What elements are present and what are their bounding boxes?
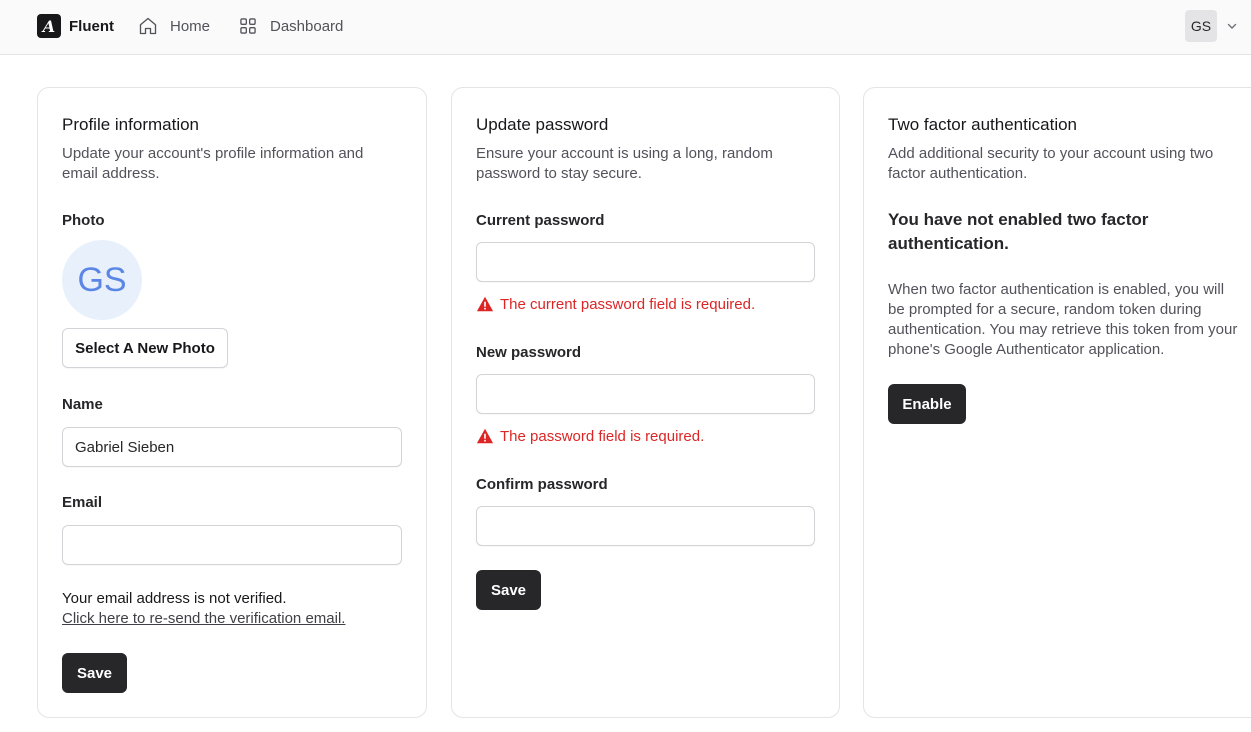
two-factor-card: Two factor authentication Add additional… bbox=[863, 87, 1251, 718]
password-card-description: Ensure your account is using a long, ran… bbox=[476, 145, 773, 182]
confirm-password-label: Confirm password bbox=[476, 476, 608, 493]
brand[interactable]: A Fluent bbox=[37, 14, 114, 38]
new-password-input[interactable] bbox=[476, 374, 815, 414]
user-menu-avatar[interactable]: GS bbox=[1185, 10, 1217, 42]
resend-verification-link[interactable]: Click here to re-send the verification e… bbox=[62, 610, 345, 627]
nav-dashboard-label: Dashboard bbox=[270, 17, 344, 35]
two-factor-info-text: When two factor authentication is enable… bbox=[888, 281, 1238, 358]
nav-home-link[interactable]: Home bbox=[138, 16, 210, 36]
confirm-password-input[interactable] bbox=[476, 506, 815, 546]
two-factor-status-heading: You have not enabled two factor authenti… bbox=[888, 210, 1149, 253]
nav-dashboard-link[interactable]: Dashboard bbox=[238, 16, 343, 36]
current-password-label: Current password bbox=[476, 212, 605, 229]
current-password-error: The current password field is required. bbox=[476, 295, 755, 313]
email-label: Email bbox=[62, 494, 103, 511]
select-new-photo-button[interactable]: Select A New Photo bbox=[62, 328, 228, 368]
top-navbar: A Fluent Home Dashboard GS bbox=[0, 0, 1251, 55]
update-password-card: Update password Ensure your account is u… bbox=[451, 87, 840, 718]
two-factor-card-description: Add additional security to your account … bbox=[888, 145, 1214, 182]
enable-two-factor-button[interactable]: Enable bbox=[888, 384, 966, 424]
password-save-button[interactable]: Save bbox=[476, 570, 541, 610]
nav-home-label: Home bbox=[170, 17, 211, 35]
name-label: Name bbox=[62, 396, 103, 413]
photo-label: Photo bbox=[62, 212, 105, 229]
profile-photo-avatar: GS bbox=[62, 240, 142, 320]
name-input[interactable]: Gabriel Sieben bbox=[62, 427, 402, 467]
home-icon bbox=[139, 17, 157, 35]
two-factor-card-title: Two factor authentication bbox=[888, 115, 1078, 134]
warning-icon bbox=[476, 428, 494, 444]
new-password-error: The password field is required. bbox=[476, 427, 704, 445]
profile-card-title: Profile information bbox=[62, 115, 200, 134]
profile-card-description: Update your account's profile informatio… bbox=[62, 145, 364, 182]
grid-icon bbox=[240, 18, 256, 34]
chevron-down-icon[interactable] bbox=[1226, 20, 1238, 32]
current-password-error-text: The current password field is required. bbox=[500, 295, 756, 313]
email-input[interactable] bbox=[62, 525, 402, 565]
password-card-title: Update password bbox=[476, 115, 609, 134]
profile-save-button[interactable]: Save bbox=[62, 653, 127, 693]
brand-name: Fluent bbox=[69, 17, 114, 35]
profile-information-card: Profile information Update your account'… bbox=[37, 87, 427, 718]
email-unverified-text: Your email address is not verified. bbox=[62, 590, 287, 607]
current-password-input[interactable] bbox=[476, 242, 815, 282]
new-password-error-text: The password field is required. bbox=[500, 427, 705, 445]
brand-logo: A bbox=[37, 14, 61, 38]
warning-icon bbox=[476, 296, 494, 312]
new-password-label: New password bbox=[476, 344, 582, 361]
